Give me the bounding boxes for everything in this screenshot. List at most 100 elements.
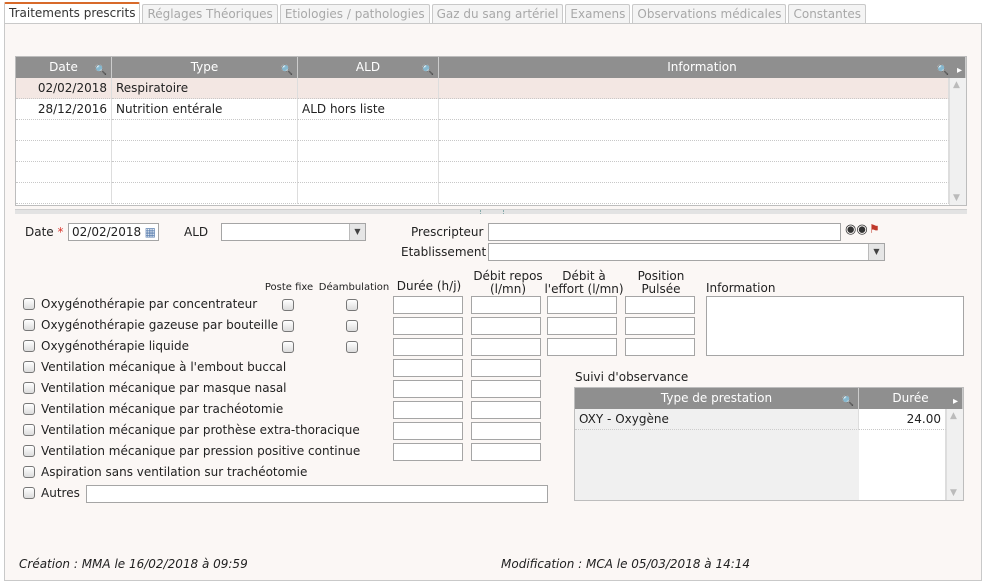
dropdown-arrow-icon[interactable]: ▼ (868, 244, 884, 260)
duree-input[interactable] (393, 296, 463, 314)
debit-repos-input[interactable] (471, 422, 541, 440)
dropdown-arrow-icon[interactable]: ▼ (349, 224, 365, 240)
tab-gaz-du-sang[interactable]: Gaz du sang artériel (431, 4, 564, 24)
duree-input[interactable] (393, 380, 463, 398)
debit-effort-input[interactable] (547, 317, 617, 335)
ald-select[interactable]: ▼ (221, 223, 366, 241)
deambulation-checkbox[interactable] (346, 299, 358, 311)
therapy-checkbox[interactable] (23, 298, 35, 310)
column-header-duree[interactable]: Durée ▸ (859, 388, 963, 409)
scroll-down-icon[interactable]: ▼ (950, 488, 957, 498)
suivi-scrollbar[interactable]: ▲ ▼ (946, 409, 963, 500)
table-row (16, 141, 949, 162)
deambulation-header: Déambulation (318, 282, 390, 293)
poste-fixe-header: Poste fixe (264, 282, 314, 293)
debit-effort-input[interactable] (547, 338, 617, 356)
calendar-icon[interactable]: ▦ (145, 224, 156, 240)
debit-repos-input[interactable] (471, 380, 541, 398)
therapy-checkbox[interactable] (23, 361, 35, 373)
information-textarea[interactable] (706, 296, 964, 356)
therapy-checkbox[interactable] (23, 382, 35, 394)
therapy-checkbox[interactable] (23, 445, 35, 457)
empty-cell (16, 141, 112, 162)
cell-date: 02/02/2018 (16, 78, 112, 99)
duree-input[interactable] (393, 401, 463, 419)
prescripteur-label: Prescripteur (411, 225, 484, 239)
etablissement-label: Etablissement (401, 245, 487, 259)
poste-fixe-checkbox[interactable] (282, 320, 294, 332)
therapy-label: Oxygénothérapie par concentrateur (41, 297, 258, 311)
splitter-handle[interactable] (15, 209, 967, 214)
duree-input[interactable] (393, 317, 463, 335)
column-header-ald[interactable]: ALD 🔍 (298, 57, 439, 78)
suivi-title: Suivi d'observance (575, 370, 689, 384)
duree-column-empty (859, 430, 946, 500)
empty-cell (298, 141, 439, 162)
duree-input[interactable] (393, 338, 463, 356)
debit-repos-input[interactable] (471, 296, 541, 314)
column-header-type-prestation[interactable]: Type de prestation 🔍 (575, 388, 859, 409)
tab-bar: Traitements prescrits Réglages Théorique… (4, 2, 868, 24)
date-label: Date * (25, 225, 64, 239)
therapy-checkbox[interactable] (23, 403, 35, 415)
duree-input[interactable] (393, 443, 463, 461)
empty-cell (112, 162, 298, 183)
duree-input[interactable] (393, 422, 463, 440)
debit-repos-line2: (l/mn) (489, 282, 527, 296)
debit-repos-input[interactable] (471, 338, 541, 356)
tab-traitements-prescrits[interactable]: Traitements prescrits (4, 2, 141, 24)
table-row (16, 120, 949, 141)
therapy-label: Oxygénothérapie liquide (41, 339, 189, 353)
tab-reglages-theoriques[interactable]: Réglages Théoriques (142, 4, 278, 24)
column-header-information[interactable]: Information 🔍 ▸ (439, 57, 966, 78)
date-input[interactable]: 02/02/2018 ▦ (68, 223, 159, 241)
scroll-up-icon[interactable]: ▲ (953, 80, 960, 90)
table-row (16, 162, 949, 183)
flag-icon[interactable]: ⚑ (869, 222, 880, 236)
deambulation-checkbox[interactable] (346, 320, 358, 332)
empty-cell (298, 162, 439, 183)
grid-scrollbar[interactable]: ▲ ▼ (949, 78, 966, 205)
poste-fixe-checkbox[interactable] (282, 341, 294, 353)
therapy-label: Ventilation mécanique par pression posit… (41, 444, 361, 458)
therapy-checkbox[interactable] (23, 466, 35, 478)
scroll-up-icon[interactable]: ▲ (950, 411, 957, 421)
date-value: 02/02/2018 (72, 225, 142, 239)
prescripteur-input[interactable] (488, 223, 841, 241)
table-row[interactable]: 28/12/2016 Nutrition entérale ALD hors l… (16, 99, 949, 120)
tab-observations-medicales[interactable]: Observations médicales (632, 4, 787, 24)
tab-constantes[interactable]: Constantes (788, 4, 867, 24)
debit-repos-input[interactable] (471, 401, 541, 419)
etablissement-select[interactable]: ▼ (488, 243, 885, 261)
therapy-label: Ventilation mécanique par prothèse extra… (41, 423, 360, 437)
tab-examens[interactable]: Examens (565, 4, 631, 24)
debit-repos-input[interactable] (471, 317, 541, 335)
column-header-type[interactable]: Type 🔍 (112, 57, 298, 78)
position-pulsee-input[interactable] (625, 317, 695, 335)
debit-effort-input[interactable] (547, 296, 617, 314)
position-pulsee-input[interactable] (625, 338, 695, 356)
table-row[interactable]: OXY - Oxygène 24.00 (575, 409, 946, 430)
deambulation-checkbox[interactable] (346, 341, 358, 353)
position-pulsee-input[interactable] (625, 296, 695, 314)
poste-fixe-checkbox[interactable] (282, 299, 294, 311)
therapy-checkbox[interactable] (23, 340, 35, 352)
table-row[interactable]: 02/02/2018 Respiratoire (16, 78, 949, 99)
tab-etiologies[interactable]: Etiologies / pathologies (279, 4, 430, 24)
duree-header: Durée (h/j) (396, 279, 462, 293)
binoculars-icon[interactable]: ◉◉ (845, 222, 868, 237)
ald-label: ALD (184, 225, 209, 239)
splitter-grip[interactable] (480, 210, 504, 214)
debit-repos-input[interactable] (471, 443, 541, 461)
traitements-grid: Date 🔍 Type 🔍 ALD 🔍 Information 🔍 ▸ 02/02/201… (15, 56, 967, 206)
autres-input[interactable] (86, 485, 548, 503)
column-header-date[interactable]: Date 🔍 (16, 57, 112, 78)
therapy-checkbox[interactable] (23, 319, 35, 331)
scroll-down-icon[interactable]: ▼ (953, 193, 960, 203)
therapy-checkbox[interactable] (23, 424, 35, 436)
debit-repos-input[interactable] (471, 359, 541, 377)
duree-input[interactable] (393, 359, 463, 377)
required-mark: * (57, 225, 64, 239)
therapy-checkbox[interactable] (23, 487, 35, 499)
empty-cell (298, 183, 439, 204)
